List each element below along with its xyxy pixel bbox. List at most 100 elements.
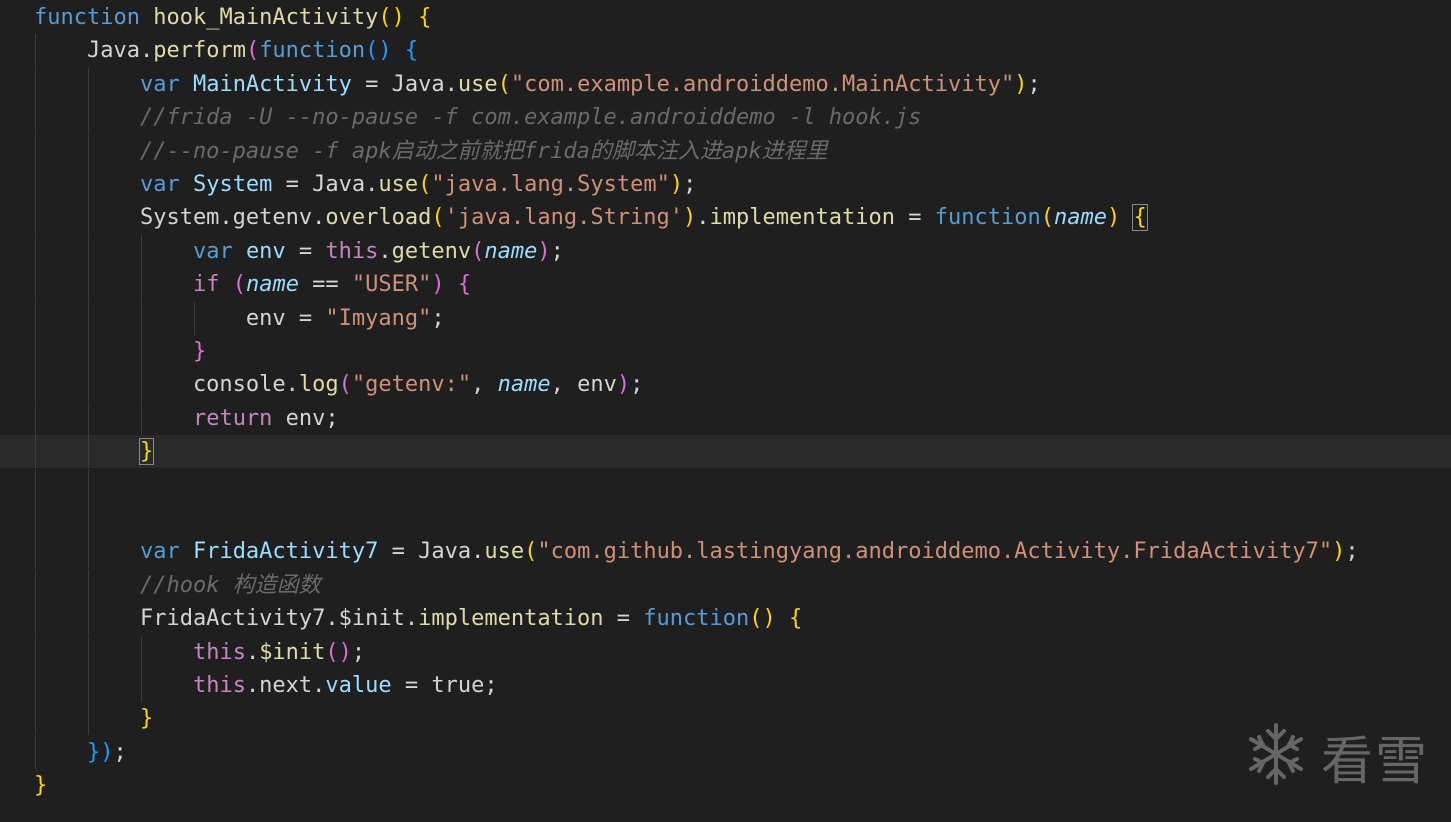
code-token: , env [550,372,617,398]
code-line[interactable]: var FridaActivity7 = Java.use("com.githu… [0,535,1451,569]
code-line[interactable]: var env = this.getenv(name); [0,234,1451,268]
code-line-text: env = "Imyang"; [34,302,445,335]
code-token: } [192,339,207,364]
code-token: == [298,272,352,298]
code-token: = [603,606,644,632]
code-line-text: //--no-pause -f apk启动之前就把frida的脚本注入进apk进… [34,135,828,168]
code-token: this [325,238,379,264]
code-line[interactable]: var MainActivity = Java.use("com.example… [0,67,1451,101]
code-line[interactable]: return env; [0,401,1451,435]
code-line[interactable]: System.getenv.overload('java.lang.String… [0,201,1451,235]
code-token: overload [325,205,432,231]
code-token: ( [524,539,538,565]
code-line-text: FridaActivity7.$init.implementation = fu… [34,602,802,635]
code-editor[interactable]: function hook_MainActivity() { Java.perf… [0,0,1451,822]
code-token: = Java. [378,539,485,565]
code-token: //hook 构造函数 [34,572,321,598]
code-token: this [192,639,246,665]
code-token: FridaActivity7 [192,539,379,565]
code-token: return [192,405,286,431]
code-token: function [643,606,750,632]
code-line[interactable] [0,502,1451,535]
code-token: ) [431,272,458,298]
watermark: 看雪 [1243,719,1429,794]
code-token: ; [113,739,127,765]
code-token: } [34,773,48,799]
code-token: = Java. [351,71,458,97]
code-line[interactable]: if (name == "USER") { [0,268,1451,302]
code-token: { [1132,204,1148,232]
code-line[interactable]: //frida -U --no-pause -f com.example.and… [0,101,1451,135]
code-token: //frida -U --no-pause -f com.example.and… [34,105,922,131]
code-line[interactable]: } [0,335,1451,368]
code-token: implementation [418,606,604,632]
code-line[interactable]: FridaActivity7.$init.implementation = fu… [0,602,1451,636]
code-token: var [139,71,193,97]
code-line[interactable]: //hook 构造函数 [0,568,1451,602]
code-token: ( [431,205,445,231]
code-token: Java. [34,38,154,64]
code-line[interactable]: } [0,702,1451,736]
code-token: "Imyang" [325,305,432,331]
code-token: ( [232,272,246,298]
code-token: ( [471,238,485,264]
code-line[interactable]: //--no-pause -f apk启动之前就把frida的脚本注入进apk进… [0,134,1451,168]
code-line[interactable]: env = "Imyang"; [0,301,1451,335]
code-token: . [245,639,260,665]
code-token: ; [630,372,644,398]
code-token: System [192,172,273,197]
code-token: perform [153,38,246,64]
code-token: use [484,539,525,565]
code-token: console. [34,372,299,398]
code-token: ; [1027,71,1041,97]
code-token: use [457,71,498,97]
code-line[interactable]: } [0,435,1451,469]
code-line-text: //frida -U --no-pause -f com.example.and… [34,101,921,134]
code-token: ) [683,205,697,231]
code-token: "com.github.lastingyang.androiddemo.Acti… [537,539,1333,565]
code-line-text: Java.perform(function() { [34,34,418,67]
code-line[interactable]: var System = Java.use("java.lang.System"… [0,168,1451,201]
code-line-text: var env = this.getenv(name); [34,235,564,268]
code-token: "java.lang.System" [431,172,670,197]
code-line-text: this.$init(); [34,636,365,669]
code-token: ; [351,639,366,665]
code-token: env [245,238,286,264]
code-line[interactable]: }); [0,735,1451,769]
code-token: ; [431,305,445,331]
indent-guide [35,468,36,502]
code-token: ( [418,172,432,197]
code-token: //--no-pause -f apk启动之前就把frida的脚本注入进apk进… [34,138,828,164]
code-line-text: var FridaActivity7 = Java.use("com.githu… [34,535,1359,568]
code-token: ( [1040,205,1054,231]
code-line[interactable] [0,468,1451,502]
code-token: () { [749,606,803,632]
code-token: . [696,205,710,231]
code-line[interactable]: this.next.value = true; [0,669,1451,702]
code-token: ( [245,38,260,64]
code-token: log [298,372,339,398]
code-line-text: if (name == "USER") { [34,268,471,301]
code-token: getenv [391,238,472,264]
code-line-text: }); [34,736,127,769]
code-token: ; [1345,539,1359,565]
code-token: name [484,238,538,264]
code-line[interactable]: function hook_MainActivity() { [0,1,1451,34]
code-token: var [139,172,193,197]
code-token: () { [365,38,419,64]
code-token: env; [285,405,339,431]
code-token: ) [1106,205,1121,231]
code-line[interactable]: Java.perform(function() { [0,34,1451,68]
code-line[interactable]: } [0,769,1451,802]
watermark-text: 看雪 [1320,732,1429,792]
code-line[interactable]: this.$init(); [0,635,1451,669]
code-token: if [192,272,233,298]
code-line[interactable]: console.log("getenv:", name, env); [0,368,1451,402]
